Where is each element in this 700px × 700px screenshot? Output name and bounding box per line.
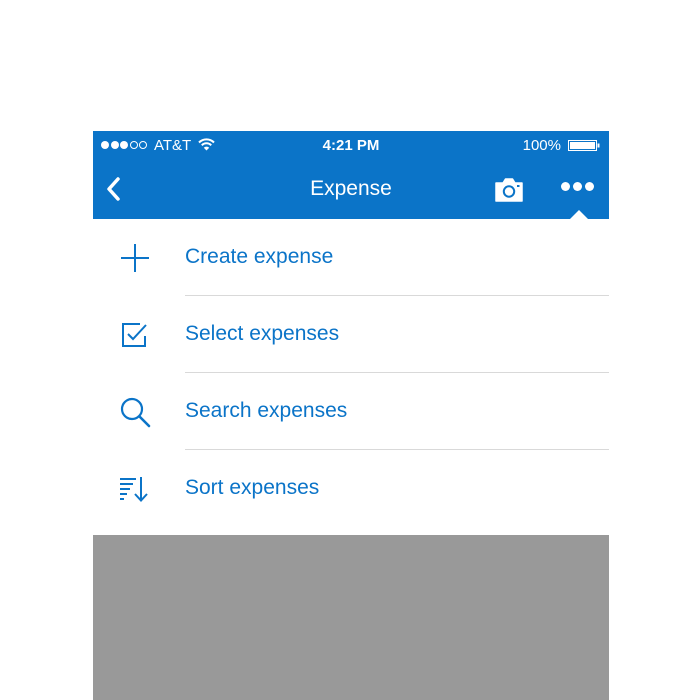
sort-icon — [120, 477, 148, 502]
menu-item-search-expenses[interactable]: Search expenses — [93, 373, 609, 450]
phone-screen: AT&T 4:21 PM 100% Expense Create expense… — [93, 131, 609, 700]
navigation-bar: Expense — [93, 160, 609, 219]
battery-percentage: 100% — [522, 137, 561, 154]
status-bar: AT&T 4:21 PM 100% — [93, 131, 609, 160]
search-icon — [120, 397, 151, 428]
menu-item-label: Sort expenses — [185, 476, 320, 499]
page-title: Expense — [310, 177, 392, 200]
menu-item-label: Create expense — [185, 245, 334, 268]
menu-item-label: Search expenses — [185, 399, 348, 422]
more-dots-icon[interactable] — [561, 182, 597, 191]
checkbox-icon — [122, 323, 147, 347]
plus-icon — [121, 244, 149, 272]
dropdown-menu: Create expense Select expenses Search ex… — [93, 219, 609, 535]
menu-item-select-expenses[interactable]: Select expenses — [93, 296, 609, 373]
menu-pointer — [570, 210, 588, 219]
menu-item-create-expense[interactable]: Create expense — [93, 219, 609, 296]
menu-item-sort-expenses[interactable]: Sort expenses — [93, 450, 609, 527]
camera-icon[interactable] — [493, 176, 525, 204]
battery-icon — [568, 140, 600, 151]
menu-item-label: Select expenses — [185, 322, 340, 345]
